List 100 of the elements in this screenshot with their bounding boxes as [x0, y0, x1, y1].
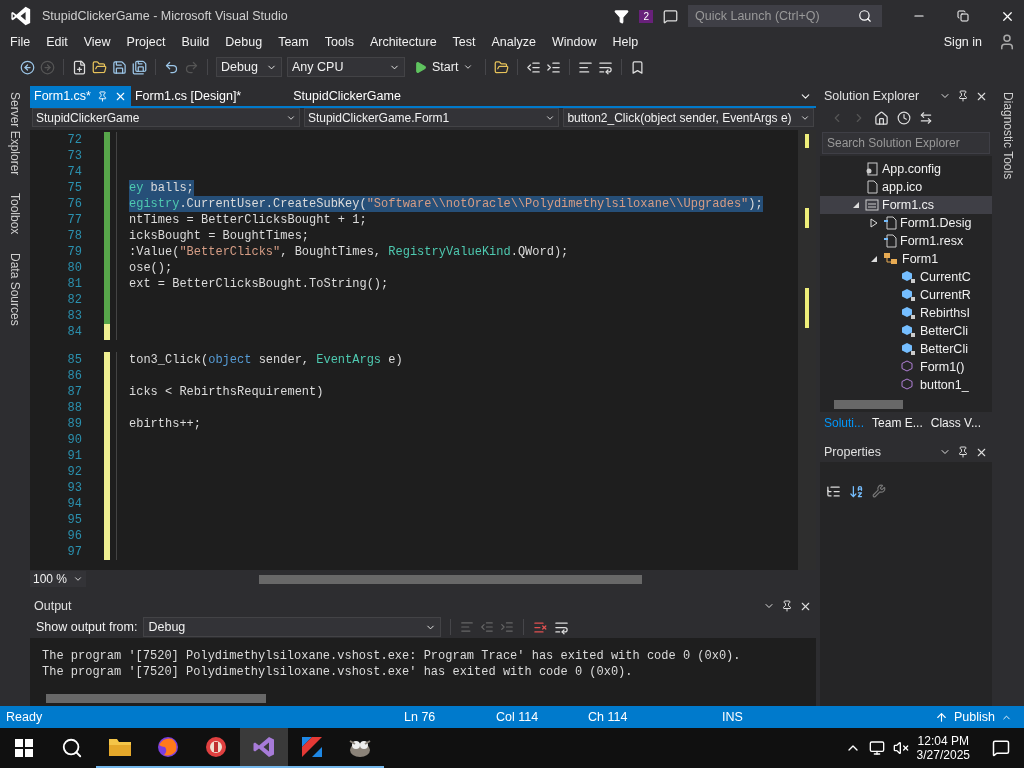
word-wrap-icon[interactable]	[554, 619, 570, 635]
platform-dropdown[interactable]: Any CPU	[287, 57, 405, 77]
document-tab[interactable]: Form1.cs [Design]*	[130, 86, 246, 106]
navigation-dropdown[interactable]: StupidClickerGame.Form1	[303, 108, 560, 127]
output-source-label: Show output from:	[36, 620, 138, 634]
output-source-dropdown[interactable]: Debug	[143, 617, 442, 637]
filter-icon[interactable]	[614, 8, 630, 24]
line-number: 77	[66, 212, 82, 228]
line-number: 85	[66, 352, 82, 368]
tree-item[interactable]: button1_	[820, 376, 992, 394]
line-number: 94	[66, 496, 82, 512]
zoom-dropdown[interactable]: 100 %	[30, 571, 86, 587]
quick-launch-field[interactable]: Quick Launch (Ctrl+Q)	[688, 5, 882, 27]
tree-item[interactable]: Form1	[820, 250, 992, 268]
menu-item[interactable]: File	[2, 32, 39, 52]
tree-item[interactable]: RebirthsI	[820, 304, 992, 322]
volume-muted-icon[interactable]	[892, 740, 909, 756]
line-number: 76	[66, 196, 82, 212]
side-tab[interactable]: Diagnostic Tools	[999, 90, 1017, 182]
menu-item[interactable]: Architecture	[361, 32, 445, 52]
line-number: 81	[66, 276, 82, 292]
feedback-icon[interactable]	[663, 8, 678, 24]
open-folder-icon[interactable]	[92, 59, 107, 75]
caret-icon	[73, 574, 83, 584]
account-icon[interactable]	[998, 33, 1016, 51]
config-file-icon	[865, 162, 879, 176]
tree-item[interactable]: Form1()	[820, 358, 992, 376]
expanded-arrow-icon[interactable]	[870, 255, 878, 263]
tree-item[interactable]: BetterCli	[820, 340, 992, 358]
menu-item[interactable]: Tools	[316, 32, 362, 52]
code-line: ebirths++;	[129, 416, 201, 432]
menu-item[interactable]: Team	[270, 32, 317, 52]
start-button[interactable]: Start	[410, 57, 478, 77]
configuration-dropdown[interactable]: Debug	[216, 57, 282, 77]
sync-icon[interactable]	[919, 111, 933, 125]
clear-all-icon[interactable]	[533, 619, 549, 635]
tree-item[interactable]: Form1.cs	[820, 196, 992, 214]
menu-item[interactable]: Analyze	[483, 32, 544, 52]
tree-item[interactable]: BetterCli	[820, 322, 992, 340]
publish-button[interactable]: Publish	[929, 709, 1018, 725]
menu-item[interactable]: Test	[444, 32, 484, 52]
insert-mode-indicator: INS	[722, 710, 744, 724]
class-icon	[883, 252, 899, 266]
save-all-icon[interactable]	[132, 59, 147, 75]
tree-item[interactable]: Form1.resx	[820, 232, 992, 250]
menu-item[interactable]: Help	[604, 32, 647, 52]
tree-item[interactable]: CurrentR	[820, 286, 992, 304]
navigation-dropdown[interactable]: button2_Click(object sender, EventArgs e)	[563, 108, 814, 127]
menu-item[interactable]: Edit	[38, 32, 76, 52]
tree-item[interactable]: App.config	[820, 160, 992, 178]
output-line: The program '[7520] Polydimethylsiloxane.vshost.exe' has exited with code 0 (0x0).	[42, 664, 634, 680]
code-line: ose();	[129, 260, 173, 276]
undo-icon[interactable]	[164, 59, 179, 75]
menu-item[interactable]: Window	[544, 32, 605, 52]
tree-item[interactable]: app.ico	[820, 178, 992, 196]
code-line: ton3_Click(object sender, EventArgs e)	[129, 352, 403, 368]
panel-tab[interactable]: Soluti...	[820, 412, 869, 434]
search-field[interactable]: Search Solution Explorer	[822, 132, 990, 154]
menu-item[interactable]: View	[75, 32, 119, 52]
document-tab[interactable]: StupidClickerGame	[289, 86, 405, 106]
ball-icon	[204, 735, 228, 759]
new-file-icon[interactable]	[72, 59, 87, 75]
side-tab[interactable]: Server Explorer	[6, 90, 24, 178]
document-tab[interactable]: Form1.cs*	[30, 86, 131, 106]
menu-item[interactable]: Project	[118, 32, 174, 52]
navigation-dropdown[interactable]: StupidClickerGame	[32, 108, 300, 127]
line-number: 89	[66, 416, 82, 432]
expanded-arrow-icon[interactable]	[852, 201, 860, 209]
tree-item[interactable]: CurrentC	[820, 268, 992, 286]
line-number: 73	[66, 148, 82, 164]
outdent-icon[interactable]	[526, 59, 542, 75]
side-tab[interactable]: Data Sources	[6, 250, 24, 328]
panel-tab[interactable]: Team E...	[868, 412, 927, 434]
code-file-icon	[883, 234, 897, 248]
menu-item[interactable]: Build	[173, 32, 218, 52]
side-tab[interactable]: Toolbox	[6, 191, 24, 237]
menu-item[interactable]: Debug	[217, 32, 271, 52]
save-icon[interactable]	[112, 59, 127, 75]
history-icon[interactable]	[897, 111, 911, 125]
alphabetical-icon[interactable]	[849, 483, 864, 499]
notification-count[interactable]: 2	[639, 9, 653, 23]
tree-item[interactable]: Form1.Desig	[820, 214, 992, 232]
pin-icon[interactable]	[957, 446, 969, 458]
notifications-icon[interactable]	[992, 739, 1010, 757]
pin-icon[interactable]	[957, 90, 969, 102]
clock[interactable]: 12:04 PM 3/27/2025	[916, 734, 970, 762]
home-icon[interactable]	[874, 110, 889, 126]
back-icon[interactable]	[20, 59, 35, 75]
pin-icon[interactable]	[781, 600, 793, 612]
line-number: 84	[66, 324, 82, 340]
line-number: 96	[66, 528, 82, 544]
bookmark-icon[interactable]	[630, 59, 646, 75]
sign-in-link[interactable]: Sign in	[935, 32, 990, 52]
file-icon	[865, 180, 879, 194]
indent-icon[interactable]	[546, 59, 562, 75]
collapsed-arrow-icon[interactable]	[870, 218, 878, 228]
code-file-icon	[883, 216, 897, 230]
field-icon	[901, 342, 917, 356]
panel-tab[interactable]: Class V...	[926, 412, 985, 434]
folder-icon[interactable]	[494, 59, 510, 75]
